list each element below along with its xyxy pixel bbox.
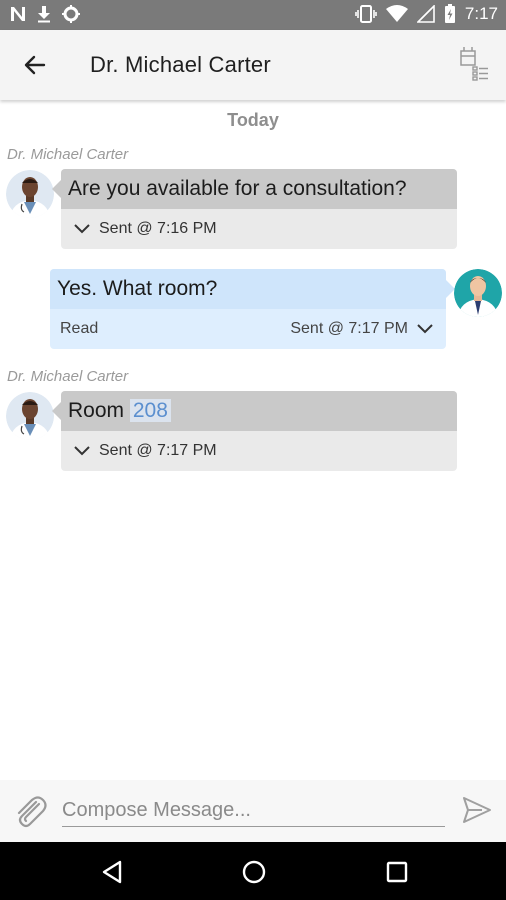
message-bubble-incoming[interactable]: Room 208 Sent @ 7:17 PM xyxy=(52,391,457,471)
download-icon xyxy=(38,6,50,23)
vibrate-icon xyxy=(355,5,377,23)
date-separator: Today xyxy=(227,110,279,130)
signal-icon xyxy=(416,5,435,23)
message-meta: Sent @ 7:16 PM xyxy=(61,209,457,249)
battery-icon xyxy=(444,4,455,23)
room-number-link[interactable]: 208 xyxy=(129,399,171,422)
message-meta: Read Sent @ 7:17 PM xyxy=(50,309,446,349)
attach-button[interactable] xyxy=(12,792,48,830)
recents-square-icon xyxy=(386,861,408,883)
message-text: Are you available for a consultation? xyxy=(52,169,457,209)
avatar[interactable] xyxy=(6,170,54,218)
message-status: Sent @ 7:17 PM xyxy=(290,320,408,337)
doctor-avatar-image xyxy=(6,392,54,440)
message-text: Yes. What room? xyxy=(50,269,455,309)
chevron-down-icon[interactable] xyxy=(416,323,434,335)
system-nav-bar xyxy=(0,842,506,900)
app-bar: Dr. Michael Carter xyxy=(0,30,506,100)
message-status: Sent @ 7:16 PM xyxy=(99,220,217,237)
message-bubble-incoming[interactable]: Are you available for a consultation? Se… xyxy=(52,169,457,249)
back-triangle-icon xyxy=(102,860,122,884)
nav-recents-button[interactable] xyxy=(383,858,411,886)
status-time: 7:17 xyxy=(464,4,498,23)
message-bubble-outgoing[interactable]: Yes. What room? Read Sent @ 7:17 PM xyxy=(50,269,455,349)
message-sender-name: Dr. Michael Carter xyxy=(7,368,129,385)
settings-notification-icon xyxy=(62,5,80,23)
page-title: Dr. Michael Carter xyxy=(90,52,271,77)
n-notification-icon xyxy=(11,7,25,21)
read-receipt: Read xyxy=(60,320,99,337)
message-text-prefix: Room xyxy=(68,399,130,422)
message-meta: Sent @ 7:17 PM xyxy=(61,431,457,471)
message-status: Sent @ 7:17 PM xyxy=(99,442,217,459)
nav-back-button[interactable] xyxy=(98,858,126,886)
chevron-down-icon[interactable] xyxy=(73,223,91,235)
wifi-icon xyxy=(385,5,408,22)
compose-bar xyxy=(0,780,506,842)
compose-message-input[interactable] xyxy=(62,794,445,827)
status-bar: 7:17 xyxy=(0,0,506,30)
send-button[interactable] xyxy=(462,794,492,826)
arrow-left-icon xyxy=(24,55,46,75)
message-sender-name: Dr. Michael Carter xyxy=(7,146,129,163)
chevron-down-icon[interactable] xyxy=(73,445,91,457)
message-text: Room 208 xyxy=(52,391,457,431)
avatar[interactable] xyxy=(454,269,502,317)
conversation-details-button[interactable] xyxy=(458,45,492,85)
home-circle-icon xyxy=(242,860,266,884)
conversation-details-icon xyxy=(460,47,488,81)
nav-home-button[interactable] xyxy=(240,858,268,886)
avatar[interactable] xyxy=(6,392,54,440)
doctor-avatar-image xyxy=(6,170,54,218)
paperclip-icon xyxy=(17,796,47,828)
back-button[interactable] xyxy=(16,46,54,84)
send-icon xyxy=(463,797,491,823)
user-avatar-image xyxy=(454,269,502,317)
